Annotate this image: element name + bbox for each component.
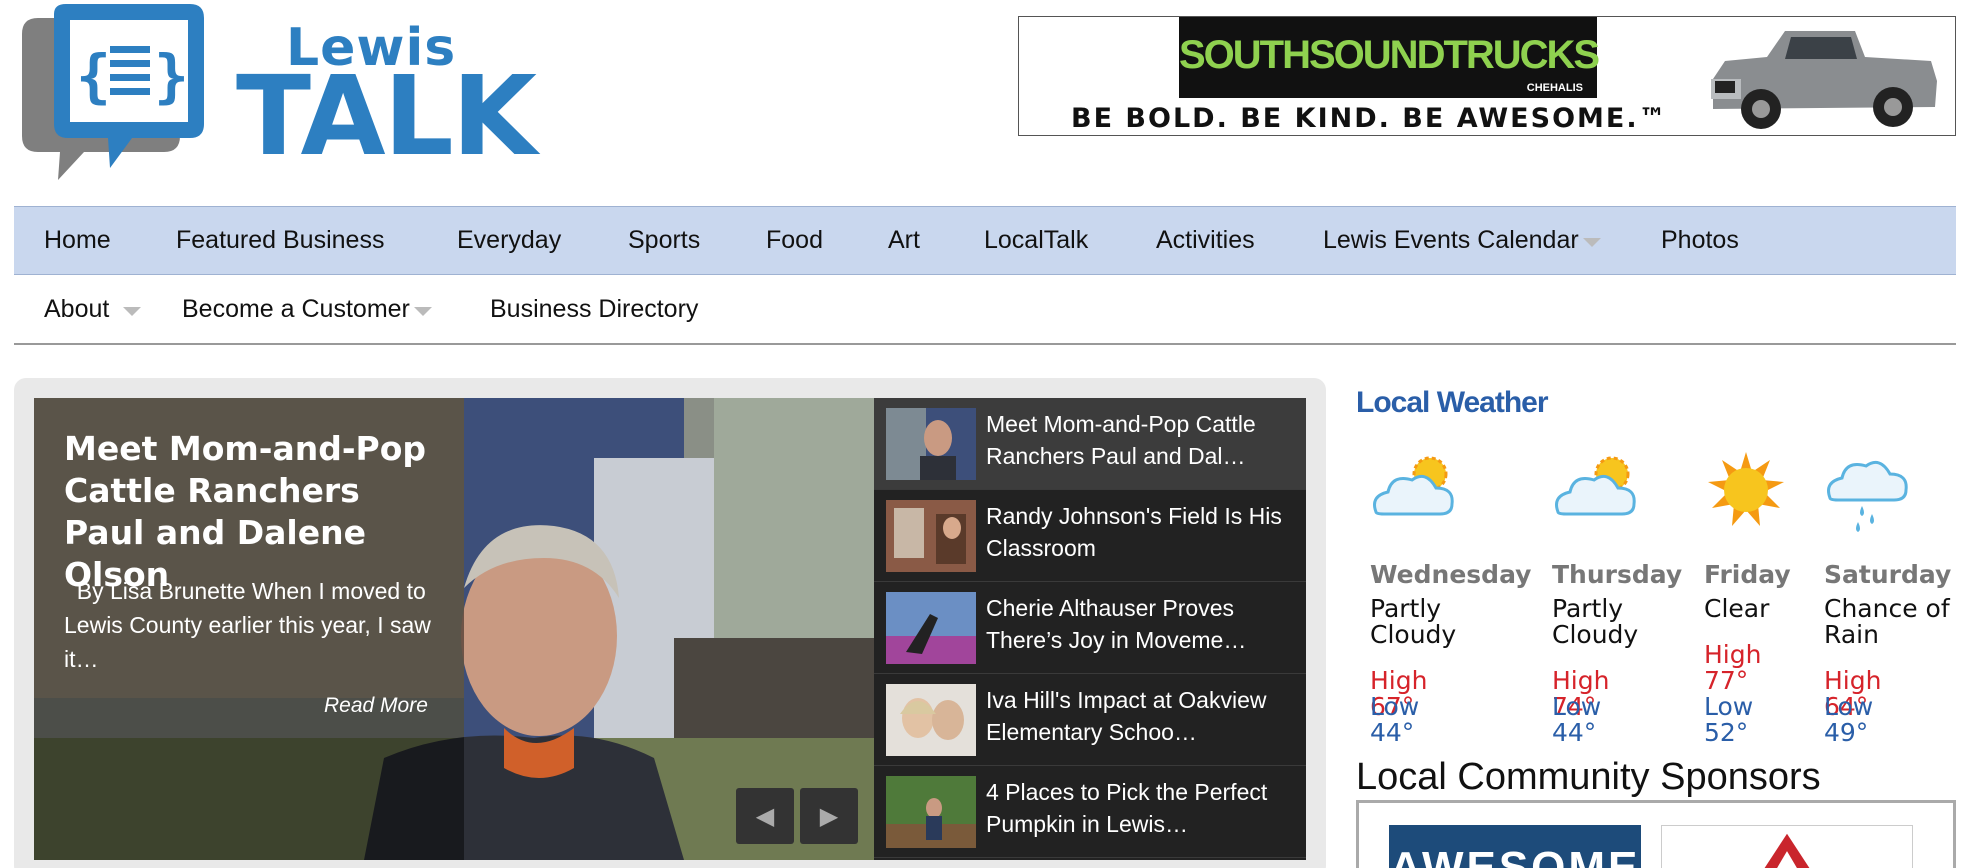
- weather-day-name: Wednesday: [1370, 560, 1532, 589]
- weather-low: Low 52°: [1704, 692, 1754, 747]
- nav-label: Food: [766, 226, 823, 254]
- hero-excerpt: By Lisa Brunette When I moved to Lewis C…: [64, 578, 431, 672]
- hero-title[interactable]: Meet Mom-and-Pop Cattle Ranchers Paul an…: [64, 428, 444, 596]
- slide-title: Randy Johnson's Field Is His Classroom: [986, 503, 1282, 561]
- nav-label: Activities: [1156, 226, 1255, 254]
- rain-cloud-icon: [1827, 460, 1908, 532]
- weather-day: Wednesday Partly Cloudy High 67° Low 44°: [1362, 440, 1531, 746]
- sponsor-logo-1[interactable]: AWESOME: [1389, 825, 1641, 868]
- nav-label: Sports: [628, 226, 701, 254]
- slide-title: Cherie Althauser Proves There’s Joy in M…: [986, 595, 1247, 653]
- slide-thumbnail: [886, 408, 976, 480]
- slide-title: 4 Places to Pick the Perfect Pumpkin in …: [986, 779, 1268, 837]
- nav-label: Featured Business: [176, 226, 385, 254]
- svg-text:}: }: [154, 42, 189, 110]
- partly-cloudy-icon: [1373, 456, 1454, 516]
- nav-item-localtalk[interactable]: LocalTalk: [984, 207, 1088, 274]
- weather-day-name: Thursday: [1552, 560, 1683, 589]
- nav-item-everyday[interactable]: Everyday: [457, 207, 561, 274]
- chevron-down-icon: [413, 307, 432, 316]
- slide-title: Iva Hill's Impact at Oakview Elementary …: [986, 687, 1267, 745]
- weather-day: Friday Clear High 77° Low 52°: [1696, 440, 1796, 746]
- slide-thumbnail: [886, 592, 976, 664]
- sponsors-title: Local Community Sponsors: [1356, 756, 1821, 798]
- slide-item[interactable]: 4 Places to Pick the Perfect Pumpkin in …: [874, 766, 1306, 858]
- nav-label: LocalTalk: [984, 226, 1089, 254]
- ad-brand-name: SOUTHSOUNDTRUCKS: [1179, 33, 1600, 77]
- main-nav-bar: Home Featured Business Everyday Sports F…: [14, 206, 1956, 275]
- nav-label: Art: [888, 226, 920, 254]
- read-more-link[interactable]: Read More: [324, 694, 428, 718]
- site-logo[interactable]: { } Lewis TALK: [14, 4, 614, 189]
- slide-thumbnail: [886, 684, 976, 756]
- weather-high: High 77°: [1704, 640, 1762, 695]
- featured-slide[interactable]: Meet Mom-and-Pop Cattle Ranchers Paul an…: [34, 398, 874, 860]
- slide-item[interactable]: Cherie Althauser Proves There’s Joy in M…: [874, 582, 1306, 674]
- house-logo-icon: [1764, 833, 1810, 868]
- secondary-nav-bar: About Become a Customer Business Directo…: [14, 276, 1956, 345]
- weather-day-name: Saturday: [1824, 560, 1952, 589]
- header-ad-banner[interactable]: SOUTHSOUNDTRUCKS CHEHALIS BE BOLD. BE KI…: [1018, 16, 1956, 136]
- nav-label: Lewis Events Calendar: [1323, 226, 1579, 254]
- nav-item-food[interactable]: Food: [766, 207, 823, 274]
- weather-condition: Partly Cloudy: [1552, 594, 1639, 649]
- nav-item-business-directory[interactable]: Business Directory: [490, 276, 698, 343]
- slide-item[interactable]: Iva Hill's Impact at Oakview Elementary …: [874, 674, 1306, 766]
- weather-day-name: Friday: [1704, 560, 1791, 589]
- nav-item-art[interactable]: Art: [888, 207, 920, 274]
- nav-item-lewis-events-calendar[interactable]: Lewis Events Calendar: [1323, 207, 1601, 274]
- next-arrow-icon[interactable]: ▶: [800, 788, 858, 844]
- weather-low: Low 49°: [1824, 692, 1874, 747]
- logo-text-talk: TALK: [236, 52, 537, 180]
- nav-label: Home: [44, 226, 111, 254]
- slide-title: Meet Mom-and-Pop Cattle Ranchers Paul an…: [986, 411, 1256, 469]
- nav-item-activities[interactable]: Activities: [1156, 207, 1255, 274]
- sponsors-box: AWESOME: [1356, 800, 1956, 868]
- prev-arrow-icon[interactable]: ◀: [736, 788, 794, 844]
- slide-thumbnail: [886, 500, 976, 572]
- nav-item-sports[interactable]: Sports: [628, 207, 700, 274]
- ad-brand-block: SOUTHSOUNDTRUCKS CHEHALIS: [1179, 17, 1600, 98]
- ad-brand-location: CHEHALIS: [1526, 82, 1583, 94]
- nav-item-featured-business[interactable]: Featured Business: [176, 207, 384, 274]
- weather-day: Thursday Partly Cloudy High 74° Low 44°: [1544, 440, 1682, 746]
- nav-item-home[interactable]: Home: [44, 207, 111, 274]
- weather-low: Low 44°: [1370, 692, 1420, 747]
- sponsor-logo-text: AWESOME: [1389, 843, 1641, 868]
- partly-cloudy-icon: [1555, 456, 1636, 516]
- weather-condition: Chance of Rain: [1824, 594, 1950, 649]
- weather-title: Local Weather: [1356, 386, 1549, 419]
- weather-condition: Clear: [1704, 594, 1770, 623]
- nav-label: About: [44, 295, 110, 323]
- weather-low: Low 44°: [1552, 692, 1602, 747]
- nav-item-about[interactable]: About: [44, 276, 142, 343]
- ad-tagline: BE BOLD. BE KIND. BE AWESOME.™: [1071, 103, 1668, 134]
- nav-label: Become a Customer: [182, 295, 410, 323]
- chevron-down-icon: [123, 307, 142, 316]
- sun-icon: [1708, 452, 1784, 526]
- nav-item-photos[interactable]: Photos: [1661, 207, 1739, 274]
- slide-item[interactable]: Meet Mom-and-Pop Cattle Ranchers Paul an…: [874, 398, 1306, 490]
- slide-thumbnail: [886, 776, 976, 848]
- slide-list: Meet Mom-and-Pop Cattle Ranchers Paul an…: [874, 398, 1306, 860]
- nav-label: Everyday: [457, 226, 562, 254]
- pickup-truck-icon: [1711, 31, 1937, 129]
- nav-label: Business Directory: [490, 295, 699, 323]
- weather-day: Saturday Chance of Rain High 64° Low 49°: [1816, 440, 1951, 746]
- nav-item-become-a-customer[interactable]: Become a Customer: [182, 276, 432, 343]
- nav-label: Photos: [1661, 226, 1739, 254]
- weather-condition: Partly Cloudy: [1370, 594, 1457, 649]
- sponsor-logo-2[interactable]: [1661, 825, 1913, 868]
- slide-item[interactable]: Randy Johnson's Field Is His Classroom: [874, 490, 1306, 582]
- svg-text:{: {: [76, 42, 111, 110]
- chevron-down-icon: [1582, 238, 1601, 247]
- hero-caption-overlay: Meet Mom-and-Pop Cattle Ranchers Paul an…: [34, 398, 464, 860]
